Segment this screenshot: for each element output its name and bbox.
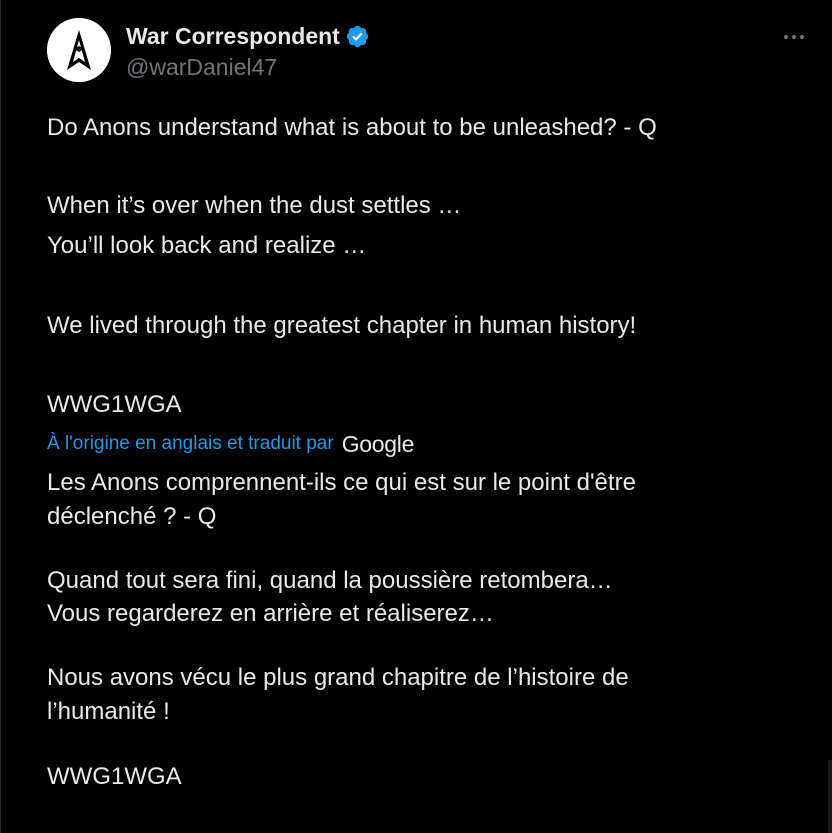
- scrollbar-edge[interactable]: [828, 760, 832, 833]
- translated-text-line: l’humanité !: [47, 698, 170, 725]
- space-force-logo-icon: [47, 18, 111, 82]
- translation-label[interactable]: À l'origine en anglais et traduit par: [47, 433, 334, 455]
- translated-hashtag-line: WWG1WGA: [47, 763, 182, 790]
- author-display-name[interactable]: War Correspondent: [126, 23, 340, 50]
- original-text-line: We lived through the greatest chapter in…: [47, 312, 637, 339]
- original-text-line: Do Anons understand what is about to be …: [47, 114, 657, 141]
- more-horizontal-icon-dot: [784, 35, 788, 39]
- translated-text-line: Les Anons comprennent-ils ce qui est sur…: [47, 469, 636, 496]
- tweet-card: War Correspondent @warDaniel47 Do Anons …: [0, 0, 832, 833]
- original-text-line: You’ll look back and realize …: [47, 232, 367, 259]
- more-horizontal-icon-dot: [800, 35, 804, 39]
- avatar[interactable]: [47, 18, 111, 82]
- author-name-row[interactable]: War Correspondent: [126, 20, 370, 52]
- verified-badge-icon: [346, 25, 369, 47]
- translated-text-line: Quand tout sera fini, quand la poussière…: [47, 567, 613, 594]
- original-text-line: When it’s over when the dust settles …: [47, 192, 462, 219]
- original-hashtag-line: WWG1WGA: [47, 391, 182, 418]
- translated-text-line: Nous avons vécu le plus grand chapitre d…: [47, 664, 629, 691]
- more-options-button[interactable]: [777, 22, 811, 52]
- author-handle[interactable]: @warDaniel47: [126, 54, 277, 81]
- more-horizontal-icon-dot: [792, 35, 796, 39]
- google-logo: Google: [341, 430, 415, 457]
- translation-attribution[interactable]: À l'origine en anglais et traduit par Go…: [47, 428, 414, 460]
- translated-text-line: déclenché ? - Q: [47, 503, 217, 530]
- translated-text-line: Vous regarderez en arrière et réaliserez…: [47, 600, 494, 627]
